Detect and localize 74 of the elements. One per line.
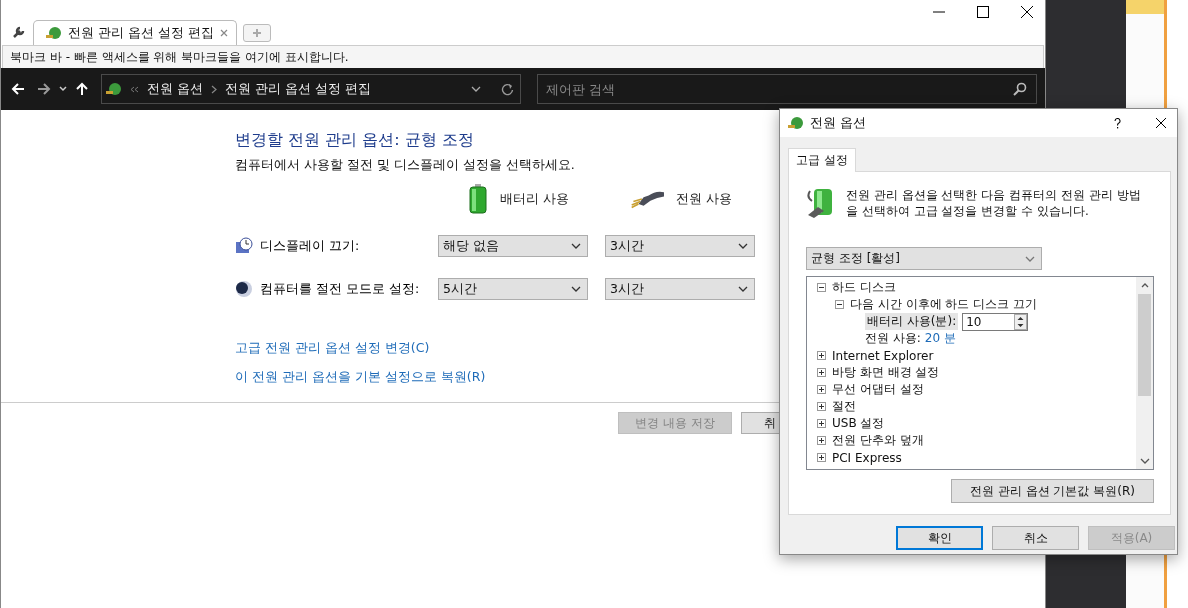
expand-icon[interactable] — [817, 436, 826, 445]
button[interactable]: 확인 — [896, 526, 983, 550]
page-subtitle: 컴퓨터에서 사용할 절전 및 디스플레이 설정을 선택하세요. — [235, 157, 575, 174]
dropdown[interactable]: 5시간 — [438, 278, 588, 300]
column-header: 배터리 사용 — [500, 190, 569, 208]
battery-icon — [468, 184, 488, 214]
setting-label: 컴퓨터를 절전 모드로 설정: — [260, 280, 420, 298]
tab-title: 전원 관리 옵션 설정 편집 — [68, 24, 214, 42]
search-field[interactable]: 제어판 검색 — [537, 74, 1037, 104]
column-header: 전원 사용 — [676, 190, 732, 208]
spinner-icon[interactable] — [1014, 313, 1028, 330]
search-icon — [1013, 82, 1027, 96]
tree-item[interactable]: Internet Explorer — [832, 348, 934, 363]
expand-icon[interactable] — [817, 351, 826, 360]
dropdown[interactable]: 3시간 — [605, 278, 755, 300]
link[interactable]: 고급 전원 관리 옵션 설정 변경(C) — [235, 340, 430, 357]
dialog-tab[interactable]: 고급 설정 — [788, 148, 856, 172]
chevron-down-icon — [738, 243, 748, 249]
button[interactable]: 취소 — [992, 526, 1079, 550]
chevron-down-icon — [738, 286, 748, 292]
bookmark-bar-text: 북마크 바 - 빠른 액세스를 위해 북마크들을 여기에 표시합니다. — [10, 48, 349, 66]
tree-item[interactable]: 다음 시간 이후에 하드 디스크 끄기 — [850, 296, 1038, 313]
chevron-left-icon — [130, 85, 139, 93]
close-icon[interactable] — [1019, 4, 1035, 20]
chevron-down-icon[interactable] — [59, 86, 67, 92]
chevron-down-icon — [571, 286, 581, 292]
page-title: 변경할 전원 관리 옵션: 균형 조정 — [235, 130, 474, 151]
tree-item[interactable]: 하드 디스크 — [832, 279, 896, 296]
dialog-title: 전원 옵션 — [810, 114, 866, 132]
address-bar[interactable]: 전원 옵션 전원 관리 옵션 설정 편집 — [101, 74, 521, 104]
help-icon[interactable] — [1114, 117, 1121, 129]
setting-value[interactable]: 20 분 — [924, 330, 956, 347]
tree-item[interactable]: 전원 단추와 덮개 — [832, 432, 924, 449]
chevron-down-icon — [1025, 255, 1035, 262]
moon-icon — [235, 280, 253, 298]
maximize-icon[interactable] — [975, 4, 991, 20]
browser-tab[interactable]: 전원 관리 옵션 설정 편집 — [33, 20, 237, 45]
collapse-icon[interactable] — [817, 283, 826, 292]
chevron-right-icon — [211, 84, 217, 94]
expand-icon[interactable] — [817, 402, 826, 411]
clock-screen-icon — [235, 237, 253, 255]
button[interactable]: 전원 관리 옵션 기본값 복원(R) — [951, 479, 1154, 503]
wrench-icon[interactable] — [11, 24, 27, 40]
tree-item[interactable]: PCI Express — [832, 450, 902, 465]
dropdown[interactable]: 3시간 — [605, 235, 755, 257]
dropdown[interactable]: 균형 조정 [활성] — [806, 247, 1042, 270]
setting-label: 전원 사용: — [865, 330, 921, 347]
setting-label: 디스플레이 끄기: — [260, 237, 360, 255]
expand-icon[interactable] — [817, 385, 826, 394]
plus-icon — [251, 28, 262, 38]
breadcrumb-item[interactable]: 전원 옵션 — [147, 80, 203, 98]
chevron-down-icon — [571, 243, 581, 249]
description-text: 전원 관리 옵션을 선택한 다음 컴퓨터의 전원 관리 방법을 선택하여 고급 설정을 변경할 수 있습니다. — [846, 187, 1142, 219]
chevron-down-icon — [471, 86, 481, 92]
link[interactable]: 이 전원 관리 옵션을 기본 설정으로 복원(R) — [235, 369, 486, 386]
up-icon[interactable] — [75, 82, 89, 96]
tree-item[interactable]: 바탕 화면 배경 설정 — [832, 364, 940, 381]
tree-item[interactable]: 무선 어댑터 설정 — [832, 381, 924, 398]
setting-label: 배터리 사용(분): — [865, 313, 959, 330]
close-icon[interactable] — [1155, 117, 1167, 129]
tree-item[interactable]: 절전 — [832, 398, 856, 415]
dropdown[interactable]: 해당 없음 — [438, 235, 588, 257]
collapse-icon[interactable] — [835, 300, 844, 309]
refresh-icon[interactable] — [501, 82, 514, 96]
number-field[interactable]: 10 — [962, 312, 1029, 331]
scrollbar[interactable] — [1136, 277, 1153, 469]
back-icon[interactable] — [11, 82, 25, 96]
breadcrumb-item[interactable]: 전원 관리 옵션 설정 편집 — [225, 80, 371, 98]
expand-icon[interactable] — [817, 419, 826, 428]
forward-icon[interactable] — [37, 82, 51, 96]
chevron-down-icon — [1139, 458, 1150, 464]
expand-icon[interactable] — [817, 368, 826, 377]
tree-item[interactable]: USB 설정 — [832, 415, 885, 432]
expand-icon[interactable] — [817, 453, 826, 462]
